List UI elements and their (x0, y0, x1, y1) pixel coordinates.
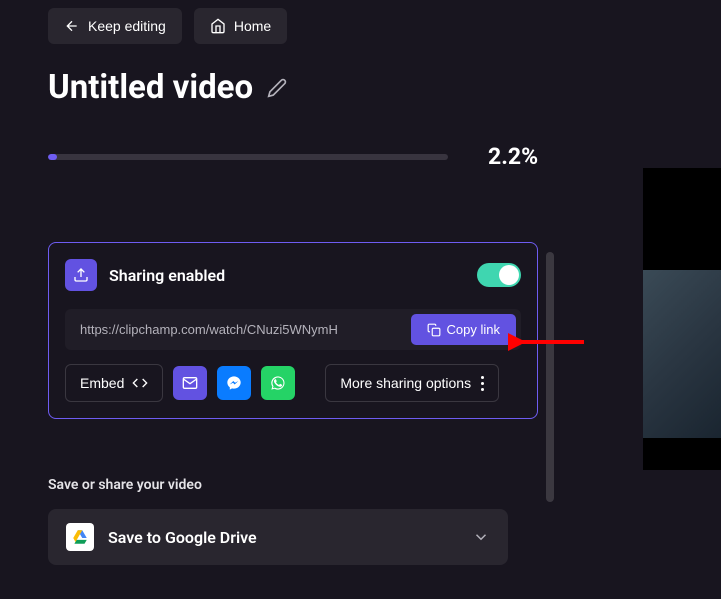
progress-row: 2.2% (48, 143, 673, 170)
video-frame (643, 270, 721, 438)
scrollbar[interactable] (546, 252, 554, 502)
save-heading: Save or share your video (48, 477, 538, 493)
upload-icon (73, 267, 89, 283)
keep-editing-label: Keep editing (88, 18, 166, 34)
annotation-arrow (508, 330, 588, 354)
messenger-button[interactable] (217, 366, 251, 400)
home-label: Home (234, 18, 271, 34)
progress-fill (48, 154, 57, 160)
share-title: Sharing enabled (109, 266, 465, 285)
whatsapp-button[interactable] (261, 366, 295, 400)
dots-vertical-icon (481, 376, 484, 391)
save-to-drive-card[interactable]: Save to Google Drive (48, 509, 508, 565)
chevron-down-icon (472, 528, 490, 546)
home-icon (210, 18, 226, 34)
copy-icon (427, 323, 441, 337)
google-drive-icon (66, 523, 94, 551)
link-row: Copy link (65, 309, 521, 350)
messenger-icon (226, 375, 242, 391)
edit-icon[interactable] (267, 78, 287, 98)
home-button[interactable]: Home (194, 8, 287, 44)
progress-percent: 2.2% (488, 143, 538, 170)
sharing-toggle[interactable] (477, 263, 521, 287)
copy-link-button[interactable]: Copy link (411, 314, 516, 345)
arrow-left-icon (64, 18, 80, 34)
action-row: Embed More sharing options (65, 364, 521, 402)
toggle-knob (499, 265, 519, 285)
more-sharing-label: More sharing options (340, 375, 471, 391)
progress-bar (48, 154, 448, 160)
page-title: Untitled video (48, 68, 253, 107)
title-row: Untitled video (48, 68, 673, 107)
embed-button[interactable]: Embed (65, 364, 163, 402)
share-link-input[interactable] (70, 314, 407, 345)
share-header: Sharing enabled (65, 259, 521, 291)
code-icon (132, 375, 148, 391)
copy-link-label: Copy link (447, 322, 500, 337)
top-button-row: Keep editing Home (48, 8, 673, 44)
video-preview (643, 168, 721, 470)
embed-label: Embed (80, 375, 124, 391)
more-sharing-button[interactable]: More sharing options (325, 364, 499, 402)
save-drive-label: Save to Google Drive (108, 528, 458, 547)
email-icon (182, 375, 198, 391)
keep-editing-button[interactable]: Keep editing (48, 8, 182, 44)
email-button[interactable] (173, 366, 207, 400)
share-icon-box (65, 259, 97, 291)
whatsapp-icon (270, 375, 286, 391)
share-card: Sharing enabled Copy link Embed (48, 242, 538, 419)
